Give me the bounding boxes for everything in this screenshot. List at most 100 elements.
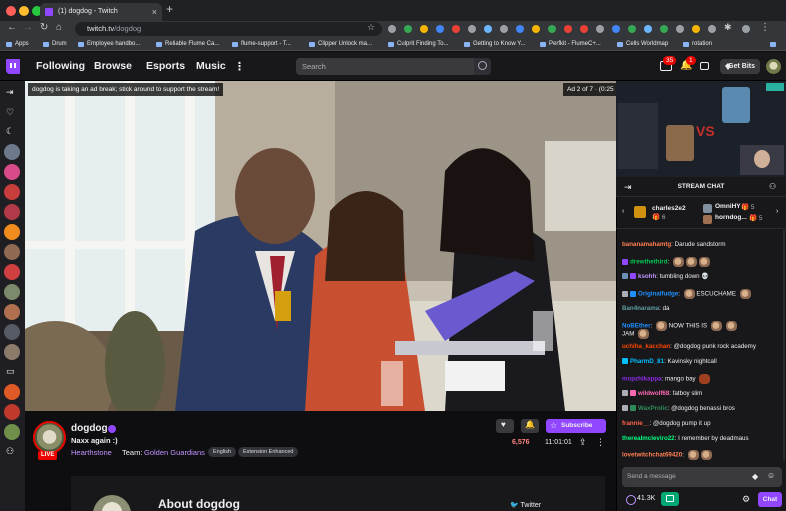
bookmark-item[interactable]: Getting to Know Y...: [464, 39, 525, 50]
extension-icon[interactable]: [516, 25, 524, 33]
more-bookmarks-icon[interactable]: »: [770, 39, 777, 50]
gifter-name[interactable]: OmniHY: [715, 203, 741, 210]
followed-channel-avatar[interactable]: [4, 184, 20, 200]
user-avatar[interactable]: [766, 59, 781, 74]
followed-channel-avatar[interactable]: [4, 224, 20, 240]
profile-icon[interactable]: [742, 25, 750, 33]
game-link[interactable]: Hearthstone: [71, 448, 112, 457]
notifications-bell-button[interactable]: 🔔: [521, 419, 539, 433]
bookmark-item[interactable]: rotation: [683, 39, 712, 50]
bookmark-item[interactable]: Reliable Flume Ca...: [156, 39, 219, 50]
extension-icon[interactable]: [580, 25, 588, 33]
extension-icon[interactable]: [660, 25, 668, 33]
extension-icon[interactable]: [612, 25, 620, 33]
bookmark-star-icon[interactable]: ☆: [367, 22, 375, 33]
bookmark-item[interactable]: Apps: [6, 39, 29, 50]
followed-channel-avatar[interactable]: [4, 384, 20, 400]
search-icon[interactable]: [474, 58, 491, 75]
chevron-left-icon[interactable]: ‹: [622, 208, 624, 215]
subscribe-button[interactable]: ☆ Subscribe: [546, 419, 606, 433]
extension-icon[interactable]: [692, 25, 700, 33]
nav-following[interactable]: Following: [36, 60, 85, 72]
twitter-link[interactable]: 🐦 Twitter: [510, 501, 541, 509]
video-player[interactable]: [25, 81, 616, 411]
extension-icon[interactable]: [644, 25, 652, 33]
bookmark-item[interactable]: Drum: [43, 39, 67, 50]
browser-tab[interactable]: (1) dogdog - Twitch ×: [40, 3, 162, 21]
home-icon[interactable]: ⌂: [56, 22, 62, 33]
chevron-right-icon[interactable]: ›: [776, 208, 778, 215]
tag-extension-enhanced[interactable]: Extension Enhanced: [238, 447, 299, 457]
followed-channel-avatar[interactable]: [4, 144, 20, 160]
followed-channel-avatar[interactable]: [4, 244, 20, 260]
extension-icon[interactable]: [676, 25, 684, 33]
bookmark-item[interactable]: flume-support - T...: [232, 39, 291, 50]
extension-icon[interactable]: [548, 25, 556, 33]
extension-icon[interactable]: [404, 25, 412, 33]
twitch-logo-icon[interactable]: [6, 59, 20, 74]
extension-icon[interactable]: [500, 25, 508, 33]
stream-preview-extension[interactable]: VS: [616, 81, 786, 177]
bookmark-item[interactable]: Perfkit - FlumeC+...: [540, 39, 601, 50]
gifter-name[interactable]: charles2e2: [652, 205, 686, 212]
extension-icon[interactable]: [596, 25, 604, 33]
forward-icon[interactable]: →: [23, 22, 33, 33]
chat-users-icon[interactable]: ⚇: [769, 182, 776, 191]
back-icon[interactable]: ←: [7, 22, 17, 33]
chat-settings-gear-icon[interactable]: ⚙: [742, 494, 750, 505]
reload-icon[interactable]: ↻: [40, 22, 48, 33]
followed-channel-avatar[interactable]: [4, 264, 20, 280]
emote-picker-icon[interactable]: ☺: [767, 471, 775, 480]
bookmark-item[interactable]: Culprit Finding To...: [388, 39, 449, 50]
extension-icon[interactable]: [388, 25, 396, 33]
chat-send-button[interactable]: Chat: [758, 492, 782, 507]
extension-icon[interactable]: [532, 25, 540, 33]
more-options-icon[interactable]: ⋮: [596, 437, 605, 448]
extension-icon[interactable]: [420, 25, 428, 33]
minimize-window-button[interactable]: [19, 6, 29, 16]
more-menu-icon[interactable]: ⋮: [234, 60, 245, 73]
get-bits-button[interactable]: Get Bits: [720, 59, 760, 74]
bits-icon[interactable]: ◆: [752, 472, 758, 481]
followed-channel-avatar[interactable]: [4, 204, 20, 220]
followed-channel-avatar[interactable]: [4, 424, 20, 440]
nav-browse[interactable]: Browse: [94, 60, 132, 72]
channel-points[interactable]: 41.3K: [626, 495, 655, 505]
extension-icon[interactable]: [452, 25, 460, 33]
recommended-users-icon[interactable]: ⚇: [6, 446, 14, 457]
claim-bonus-button[interactable]: [661, 492, 679, 506]
share-icon[interactable]: ⇪: [579, 437, 587, 448]
channel-name[interactable]: dogdog: [71, 423, 108, 434]
followed-channel-avatar[interactable]: [4, 304, 20, 320]
follow-heart-button[interactable]: ♥: [496, 419, 514, 433]
nav-esports[interactable]: Esports: [146, 60, 185, 72]
new-tab-button[interactable]: +: [166, 2, 173, 16]
extension-icon[interactable]: [564, 25, 572, 33]
bookmark-item[interactable]: Employee handbo...: [78, 39, 140, 50]
close-tab-icon[interactable]: ×: [152, 3, 157, 21]
tag-english[interactable]: English: [208, 447, 237, 457]
nav-music[interactable]: Music: [196, 60, 226, 72]
gifter-name[interactable]: horndog...: [715, 214, 747, 221]
channel-avatar[interactable]: [33, 421, 66, 454]
followed-channel-avatar[interactable]: [4, 164, 20, 180]
close-window-button[interactable]: [6, 6, 16, 16]
team-link[interactable]: Golden Guardians: [144, 448, 205, 457]
bookmark-item[interactable]: Clipper Unlock ma...: [309, 39, 372, 50]
followed-channel-avatar[interactable]: [4, 284, 20, 300]
extension-icon[interactable]: [628, 25, 636, 33]
followed-channel-avatar[interactable]: [4, 404, 20, 420]
bookmark-item[interactable]: Cells Worldmap: [617, 39, 668, 50]
browser-menu-icon[interactable]: ⋮: [760, 22, 770, 33]
extension-icon[interactable]: [436, 25, 444, 33]
chat-scrollbar[interactable]: [783, 230, 785, 460]
extension-icon[interactable]: [708, 25, 716, 33]
whispers-icon[interactable]: [700, 62, 709, 70]
collapse-sidebar-icon[interactable]: ⇥: [6, 87, 14, 98]
url-field[interactable]: twitch.tv/dogdog: [75, 22, 382, 36]
search-input[interactable]: Search: [296, 58, 474, 75]
extension-icon[interactable]: [468, 25, 476, 33]
extension-icon[interactable]: [484, 25, 492, 33]
extensions-puzzle-icon[interactable]: ✱: [724, 22, 732, 33]
followed-channel-avatar[interactable]: [4, 324, 20, 340]
